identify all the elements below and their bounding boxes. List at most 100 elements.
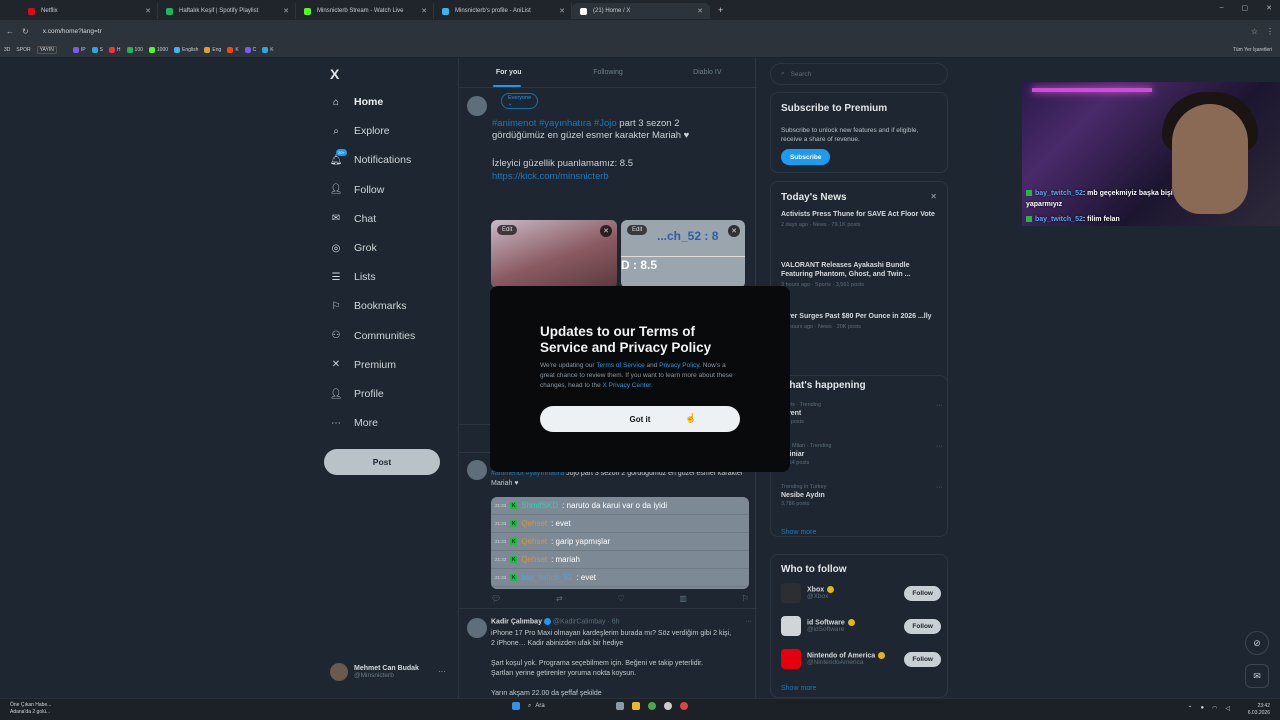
follow-button[interactable]: Follow	[904, 651, 941, 667]
news-widget[interactable]: Öne Çıkan Habe... Adana'da 2 golü...	[10, 702, 51, 716]
new-tab-button[interactable]: +	[718, 5, 723, 15]
url-field[interactable]: x.com/home?lang=tr	[37, 24, 1243, 38]
subscribe-button[interactable]: Subscribe	[781, 149, 831, 165]
chrome-icon[interactable]	[648, 702, 656, 710]
grok-float-icon[interactable]: ⊘	[1245, 631, 1269, 655]
more-dots-icon[interactable]: ···	[936, 484, 943, 491]
bookmark-yayin[interactable]: YAYIN	[36, 45, 57, 54]
news-item[interactable]: Activists Press Thune for SAVE Act Floor…	[781, 210, 943, 228]
nav-item-profile[interactable]: 👤︎ Profile	[330, 388, 384, 400]
browser-tab[interactable]: Minsnicterb Stream - Watch Live ✕	[296, 3, 434, 19]
browser-tab[interactable]: Netflix ✕	[20, 3, 158, 19]
close-tab-icon[interactable]: ✕	[697, 7, 703, 15]
tab-following[interactable]: Following	[558, 58, 657, 87]
composer-text[interactable]: #animenot #yayınhatıra #Jojo part 3 sezo…	[492, 118, 742, 142]
minimize-button[interactable]: –	[1220, 4, 1224, 12]
close-tab-icon[interactable]: ✕	[283, 7, 289, 15]
browser-tab[interactable]: Haftalık Keşif | Spotify Playlist ✕	[158, 3, 296, 19]
close-tab-icon[interactable]: ✕	[421, 7, 427, 15]
nav-item-lists[interactable]: ☰ Lists	[330, 271, 376, 283]
more-dots-icon[interactable]: ···	[438, 667, 446, 676]
tab-for-you[interactable]: For you	[459, 58, 558, 87]
tab-diablo[interactable]: Diablo IV	[658, 58, 757, 87]
privacy-center-link[interactable]: X Privacy Center	[603, 382, 651, 389]
account-switcher[interactable]: Mehmet Can Budak @Minsnicterb ···	[330, 663, 446, 681]
extensions-icon[interactable]: ⋮	[1266, 27, 1274, 36]
show-more-link[interactable]: Show more	[781, 685, 816, 692]
search-input[interactable]: ⌕ Search	[770, 63, 948, 85]
browser-tab[interactable]: (21) Home / X ✕	[572, 3, 710, 19]
clock[interactable]: 23:42 6.03.2026	[1248, 703, 1270, 717]
bookmark-item[interactable]: K	[262, 46, 274, 53]
nav-item-premium[interactable]: ✕ Premium	[330, 359, 396, 371]
close-tab-icon[interactable]: ✕	[559, 7, 565, 15]
follow-suggestion[interactable]: Xbox @Xbox Follow	[781, 583, 941, 603]
nav-item-chat[interactable]: ✉ Chat	[330, 213, 376, 225]
taskbar-search[interactable]: ⌕ Ara	[528, 703, 608, 710]
nav-item-grok[interactable]: ◎ Grok	[330, 242, 377, 254]
file-explorer-icon[interactable]	[632, 702, 640, 710]
edit-image-button[interactable]: Edit	[627, 225, 648, 235]
edit-image-button[interactable]: Edit	[497, 225, 518, 235]
more-dots-icon[interactable]: ···	[936, 443, 943, 450]
trend-item[interactable]: Trending in Turkey Nesibe Aydın 3,786 post…	[781, 484, 943, 507]
privacy-link[interactable]: Privacy Policy	[659, 362, 699, 369]
tweet-avatar[interactable]	[467, 460, 487, 480]
news-item[interactable]: VALORANT Releases Ayakashi Bundle Featur…	[781, 261, 943, 288]
follow-button[interactable]: Follow	[904, 585, 941, 601]
post-button[interactable]: Post	[324, 449, 440, 475]
star-icon[interactable]: ☆	[1251, 27, 1258, 36]
bookmark-item[interactable]: K	[227, 46, 239, 53]
nav-item-notifications[interactable]: 🔔︎ 20+ Notifications	[330, 149, 411, 166]
bookmark-item[interactable]: Eng	[204, 46, 221, 53]
bookmark-item[interactable]: IP	[72, 46, 86, 53]
follow-button[interactable]: Follow	[904, 618, 941, 634]
all-bookmarks[interactable]: Tüm Yer İşaretleri	[1233, 47, 1272, 53]
trend-item[interactable]: ...er Milan · Trending ...riniar 1,964 pos…	[781, 443, 943, 466]
nav-item-home[interactable]: ⌂ Home	[330, 96, 383, 108]
close-icon[interactable]: ✕	[728, 225, 740, 237]
show-more-link[interactable]: Show more	[781, 529, 816, 536]
got-it-button[interactable]: Got it	[540, 406, 740, 432]
wifi-icon[interactable]: ◠	[1212, 705, 1217, 712]
follow-suggestion[interactable]: id Software @idSoftware Follow	[781, 616, 941, 636]
terms-link[interactable]: Terms of Service	[596, 362, 644, 369]
messages-float-icon[interactable]: ✉	[1245, 664, 1269, 688]
close-tab-icon[interactable]: ✕	[145, 7, 151, 15]
composer-link[interactable]: https://kick.com/minsnicterb	[492, 171, 742, 183]
close-window-button[interactable]: ✕	[1266, 4, 1272, 12]
tweet[interactable]: Kadir Çalımbay @KadirCalimbay · 6h iPhon…	[467, 618, 752, 697]
news-item[interactable]: ...ver Surges Past $80 Per Ounce in 2026…	[781, 312, 943, 330]
windows-start-icon[interactable]	[512, 702, 520, 710]
reply-icon[interactable]: 💬︎	[491, 594, 501, 603]
bookmark-icon[interactable]: ⚐	[742, 594, 749, 603]
like-icon[interactable]: ♡	[617, 594, 624, 603]
chevron-up-icon[interactable]: ⌃	[1187, 705, 1192, 712]
nav-item-more[interactable]: ⋯ More	[330, 417, 378, 429]
bookmark-3d[interactable]: 3D	[4, 47, 10, 53]
bookmark-item[interactable]: English	[174, 46, 198, 53]
bookmark-item[interactable]: 100	[126, 46, 143, 53]
more-dots-icon[interactable]: ···	[936, 402, 943, 409]
mic-icon[interactable]: ●	[1201, 705, 1205, 712]
close-icon[interactable]: ✕	[600, 225, 612, 237]
browser-tab[interactable]: Minsnicterb's profile - AniList ✕	[434, 3, 572, 19]
opera-icon[interactable]	[680, 702, 688, 710]
maximize-button[interactable]: ▢	[1242, 4, 1249, 12]
follow-suggestion[interactable]: Nintendo of America @NintendoAmerica Follo…	[781, 649, 941, 669]
task-view-icon[interactable]	[616, 702, 624, 710]
bookmark-item[interactable]: C	[244, 46, 256, 53]
bookmark-spor[interactable]: SPOR	[16, 47, 30, 53]
bookmark-item[interactable]: 1000	[148, 46, 168, 53]
retweet-icon[interactable]: ⇄	[556, 594, 563, 603]
close-icon[interactable]: ✕	[930, 192, 937, 201]
nav-item-follow[interactable]: 👤︎ Follow	[330, 184, 385, 196]
x-logo-icon[interactable]: X	[330, 66, 339, 82]
obs-icon[interactable]	[664, 702, 672, 710]
reload-icon[interactable]: ↻	[22, 27, 29, 36]
bookmark-item[interactable]: H	[108, 46, 121, 53]
nav-item-bookmarks[interactable]: ⚐ Bookmarks	[330, 300, 407, 312]
nav-item-communities[interactable]: ⚇ Communities	[330, 330, 416, 342]
trend-item[interactable]: ...orts · Trending ...vent ...K posts ···	[781, 402, 943, 425]
nav-item-explore[interactable]: ⌕ Explore	[330, 125, 389, 137]
